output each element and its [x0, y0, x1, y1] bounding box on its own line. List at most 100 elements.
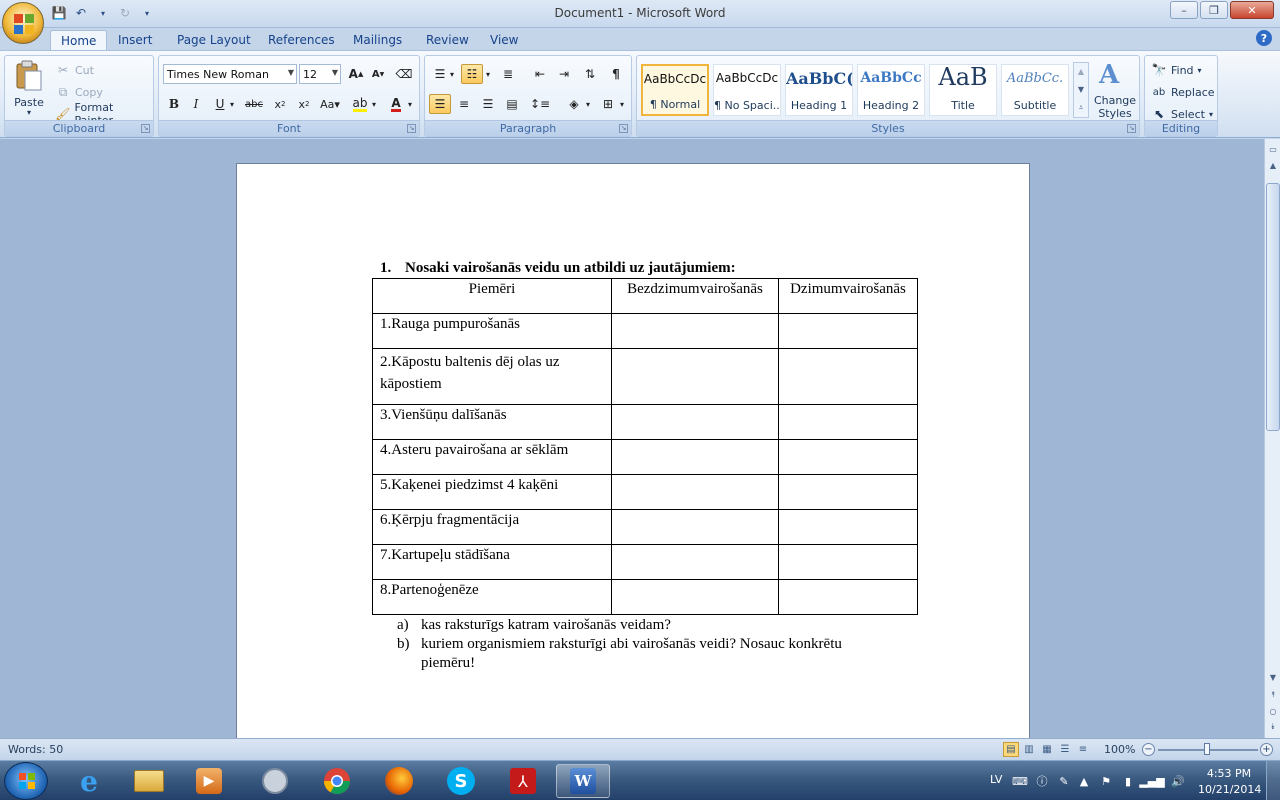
align-right-button[interactable]: ☰	[477, 94, 499, 114]
paste-button[interactable]: Paste ▾	[9, 58, 49, 118]
table-cell[interactable]	[778, 439, 918, 475]
numbering-dropdown-icon[interactable]: ▾	[483, 64, 493, 84]
internet-explorer-icon[interactable]: e	[62, 764, 116, 798]
font-color-button[interactable]: A	[385, 94, 407, 114]
help-icon[interactable]: ?	[1256, 30, 1272, 46]
table-cell[interactable]	[611, 544, 779, 580]
table-cell[interactable]	[778, 348, 918, 405]
scroll-up-icon[interactable]: ▲	[1266, 157, 1280, 173]
keyboard-icon[interactable]: ⌨	[1012, 773, 1028, 789]
font-family-select[interactable]: Times New Roman ▼	[163, 64, 297, 84]
highlight-button[interactable]: ab	[349, 94, 371, 114]
style-heading-1[interactable]: AaBbC( Heading 1	[785, 64, 853, 116]
clock-time[interactable]: 4:53 PM	[1206, 767, 1252, 780]
table-cell[interactable]	[778, 404, 918, 440]
table-cell[interactable]	[611, 439, 779, 475]
underline-dropdown-icon[interactable]: ▾	[227, 94, 237, 114]
bold-button[interactable]: B	[163, 94, 185, 114]
vertical-scrollbar[interactable]: ▭ ▲ ▼ ⯭ ○ ⯯	[1264, 139, 1280, 738]
increase-indent-button[interactable]: ⇥	[553, 64, 575, 84]
tab-page-layout[interactable]: Page Layout	[167, 30, 261, 50]
power-icon[interactable]: ▮	[1120, 773, 1136, 789]
more-styles-icon[interactable]: ⩡	[1074, 99, 1088, 117]
chevron-up-icon[interactable]: ▲	[1074, 63, 1088, 81]
table-cell[interactable]	[778, 509, 918, 545]
tab-insert[interactable]: Insert	[108, 30, 162, 50]
table-cell[interactable]: 1.Rauga pumpurošanās	[372, 313, 612, 349]
subscript-button[interactable]: x2	[269, 94, 291, 114]
action-center-icon[interactable]: ⚑	[1098, 773, 1114, 789]
next-page-icon[interactable]: ⯯	[1266, 719, 1280, 735]
table-header-cell[interactable]: Dzimumvairošanās	[778, 278, 918, 314]
pen-icon[interactable]: ✎	[1056, 773, 1072, 789]
italic-button[interactable]: I	[185, 94, 207, 114]
table-cell[interactable]	[778, 474, 918, 510]
document-page[interactable]: 1. Nosaki vairošanās veidu un atbildi uz…	[236, 163, 1030, 738]
decrease-indent-button[interactable]: ⇤	[529, 64, 551, 84]
superscript-button[interactable]: x2	[293, 94, 315, 114]
bullets-dropdown-icon[interactable]: ▾	[447, 64, 457, 84]
network-icon[interactable]: ▂▄▆	[1139, 773, 1164, 789]
paragraph-launcher-icon[interactable]: ↘	[619, 124, 628, 133]
shading-dropdown-icon[interactable]: ▾	[583, 94, 593, 114]
word-icon[interactable]: W	[556, 764, 610, 798]
office-button[interactable]	[2, 2, 44, 44]
document-area[interactable]: 1. Nosaki vairošanās veidu un atbildi uz…	[0, 139, 1264, 738]
table-cell[interactable]	[611, 313, 779, 349]
table-cell[interactable]	[611, 404, 779, 440]
table-cell[interactable]: 3.Vienšūņu dalīšanās	[372, 404, 612, 440]
change-case-button[interactable]: Aa▾	[319, 94, 341, 114]
app-icon[interactable]	[248, 764, 302, 798]
style-no-spacing[interactable]: AaBbCcDc ¶ No Spaci...	[713, 64, 781, 116]
start-button[interactable]	[4, 762, 48, 800]
help-tray-icon[interactable]: ⓘ	[1034, 773, 1050, 789]
word-count[interactable]: Words: 50	[8, 743, 63, 756]
table-cell[interactable]	[778, 313, 918, 349]
zoom-in-icon[interactable]: +	[1260, 743, 1273, 756]
shrink-font-button[interactable]: A ▼	[367, 64, 389, 84]
show-hidden-icons-icon[interactable]: ▲	[1076, 773, 1092, 789]
table-cell[interactable]: 8.Partenoģenēze	[372, 579, 612, 615]
strikethrough-button[interactable]: abc	[243, 94, 265, 114]
paste-dropdown-icon[interactable]: ▾	[9, 108, 49, 117]
tab-review[interactable]: Review	[416, 30, 479, 50]
select-browse-object-icon[interactable]: ○	[1266, 703, 1280, 719]
tab-mailings[interactable]: Mailings	[343, 30, 412, 50]
zoom-slider-thumb[interactable]	[1204, 743, 1210, 755]
table-cell[interactable]	[611, 509, 779, 545]
table-cell[interactable]: 5.Kaķenei piedzimst 4 kaķēni	[372, 474, 612, 510]
minimize-button[interactable]: –	[1170, 1, 1198, 19]
find-button[interactable]: 🔭 Find ▾	[1151, 60, 1202, 80]
numbering-button[interactable]: ☷	[461, 64, 483, 84]
print-layout-icon[interactable]: ▤	[1003, 742, 1019, 757]
full-screen-reading-icon[interactable]: ▥	[1021, 742, 1037, 757]
tab-references[interactable]: References	[258, 30, 345, 50]
table-cell[interactable]	[778, 544, 918, 580]
media-player-icon[interactable]: ▶	[182, 764, 236, 798]
clear-formatting-button[interactable]: ⌫	[393, 64, 415, 84]
acrobat-icon[interactable]: ⅄	[496, 764, 550, 798]
volume-icon[interactable]: 🔊	[1170, 773, 1186, 789]
chrome-icon[interactable]	[310, 764, 364, 798]
language-indicator[interactable]: LV	[990, 773, 1002, 786]
close-button[interactable]: ✕	[1230, 1, 1274, 19]
table-cell[interactable]	[611, 474, 779, 510]
zoom-out-icon[interactable]: −	[1142, 743, 1155, 756]
justify-button[interactable]: ▤	[501, 94, 523, 114]
borders-dropdown-icon[interactable]: ▾	[617, 94, 627, 114]
restore-button[interactable]: ❐	[1200, 1, 1228, 19]
clock-date[interactable]: 10/21/2014	[1198, 783, 1261, 796]
table-cell[interactable]	[611, 348, 779, 405]
style-subtitle[interactable]: AaBbCc. Subtitle	[1001, 64, 1069, 116]
table-cell[interactable]: 2.Kāpostu baltenis dēj olas uz kāpostiem	[372, 348, 612, 405]
show-formatting-button[interactable]: ¶	[605, 64, 627, 84]
style-heading-2[interactable]: AaBbCc Heading 2	[857, 64, 925, 116]
ruler-toggle-icon[interactable]: ▭	[1266, 141, 1280, 157]
tab-view[interactable]: View	[480, 30, 528, 50]
multilevel-list-button[interactable]: ≣	[497, 64, 519, 84]
table-header-cell[interactable]: Bezdzimumvairošanās	[611, 278, 779, 314]
font-launcher-icon[interactable]: ↘	[407, 124, 416, 133]
table-cell[interactable]: 4.Asteru pavairošana ar sēklām	[372, 439, 612, 475]
tab-home[interactable]: Home	[50, 30, 108, 50]
table-header-cell[interactable]: Piemēri	[372, 278, 612, 314]
